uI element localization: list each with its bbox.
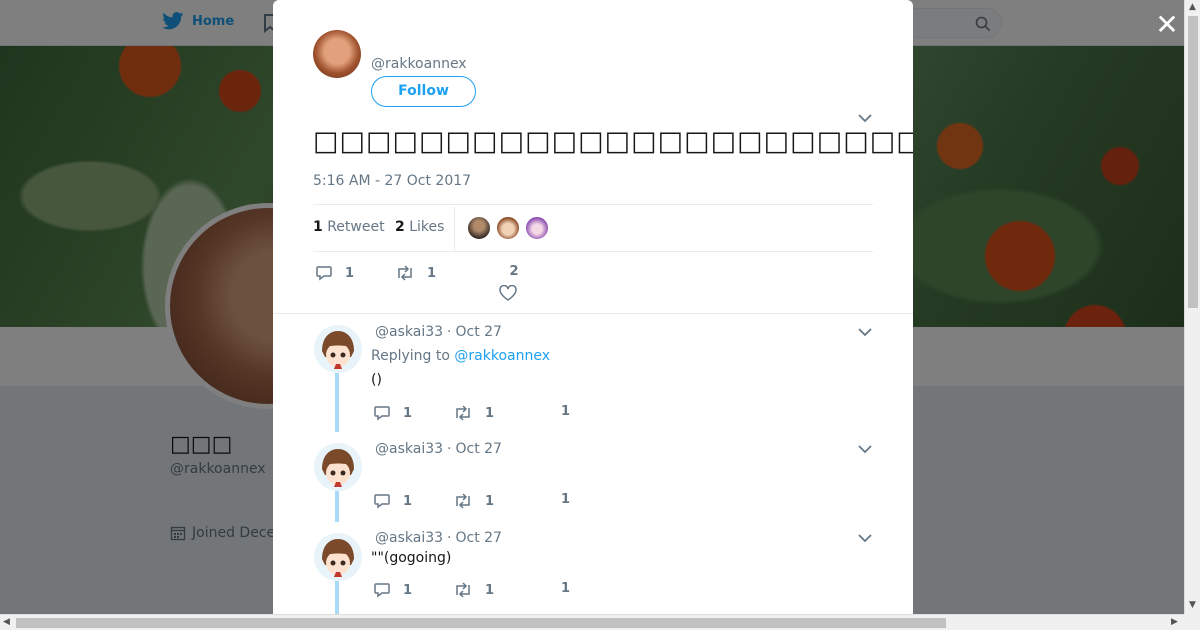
- reply-date[interactable]: Oct 27: [455, 530, 501, 546]
- liker-avatar[interactable]: [525, 216, 549, 240]
- reply-count: 1: [403, 582, 413, 598]
- scroll-right-icon[interactable]: ▶: [1171, 617, 1178, 627]
- close-icon[interactable]: ✕: [1152, 10, 1182, 40]
- reply-action[interactable]: 1: [373, 581, 412, 599]
- reply-count: 1: [403, 405, 413, 421]
- reply-icon: [374, 494, 390, 509]
- liker-avatar[interactable]: [496, 216, 520, 240]
- like-action[interactable]: 2: [499, 264, 529, 301]
- retweet-icon: [456, 493, 470, 509]
- vertical-scroll-thumb[interactable]: [1188, 16, 1198, 308]
- reply-icon: [316, 266, 332, 281]
- stats-divider: [454, 207, 455, 251]
- reply-avatar[interactable]: [314, 443, 362, 491]
- retweet-action[interactable]: 1: [453, 581, 494, 599]
- thread-line: [335, 580, 339, 614]
- replying-to-link[interactable]: @rakkoannex: [454, 348, 550, 364]
- like-count: 2: [509, 264, 519, 279]
- retweets-stat[interactable]: 1 Retweet: [313, 219, 385, 235]
- likes-count: 2: [395, 219, 405, 235]
- retweet-count: 1: [485, 405, 495, 421]
- reply-icon: [374, 406, 390, 421]
- reply-action[interactable]: 1: [315, 264, 354, 282]
- retweet-icon: [456, 582, 470, 598]
- chevron-down-icon[interactable]: [857, 110, 873, 126]
- like-count: 1: [561, 581, 571, 596]
- retweets-count: 1: [313, 219, 323, 235]
- reply-handle[interactable]: @askai33: [375, 441, 443, 457]
- horizontal-scrollbar[interactable]: ◀ ▶: [0, 614, 1184, 630]
- anime-avatar-icon: [314, 533, 362, 581]
- reply-date[interactable]: Oct 27: [455, 441, 501, 457]
- retweet-action[interactable]: 1: [453, 492, 494, 510]
- chevron-down-icon[interactable]: [857, 324, 873, 340]
- heart-icon: [499, 285, 517, 301]
- anime-avatar-icon: [314, 325, 362, 373]
- thread-line: [335, 490, 339, 522]
- reply-action[interactable]: 1: [373, 492, 412, 510]
- like-count: 1: [561, 492, 571, 507]
- chevron-down-icon[interactable]: [857, 530, 873, 546]
- tweet-permalink-modal: @rakkoannex Follow □□□□□□□□□□□□□□□□□□□□□…: [273, 0, 913, 614]
- reply-count: 1: [403, 493, 413, 509]
- reply-avatar[interactable]: [314, 533, 362, 581]
- retweet-count: 1: [427, 265, 437, 281]
- reply-text: (): [371, 372, 382, 388]
- reply-actions: 1 1 1: [373, 404, 673, 424]
- author-handle[interactable]: @rakkoannex: [371, 56, 467, 72]
- likes-label: Likes: [409, 219, 445, 235]
- liker-avatar[interactable]: [467, 216, 491, 240]
- reply-header: @askai33 · Oct 27: [375, 324, 502, 340]
- reply-handle[interactable]: @askai33: [375, 530, 443, 546]
- retweet-icon: [398, 265, 412, 281]
- reply-tweet[interactable]: @askai33 · Oct 27 Replying to @rakkoannex …: [273, 314, 913, 432]
- reply-actions: 1 1 1: [373, 492, 673, 512]
- reply-handle[interactable]: @askai33: [375, 324, 443, 340]
- scrollbar-corner: [1184, 614, 1200, 630]
- retweet-action[interactable]: 1: [395, 264, 436, 282]
- reply-count: 1: [345, 265, 355, 281]
- anime-avatar-icon: [314, 443, 362, 491]
- retweet-icon: [456, 405, 470, 421]
- horizontal-scroll-thumb[interactable]: [16, 618, 946, 628]
- retweet-count: 1: [485, 493, 495, 509]
- retweets-label: Retweet: [327, 219, 385, 235]
- scroll-left-icon[interactable]: ◀: [3, 617, 10, 627]
- reply-tweet[interactable]: @askai33 · Oct 27 ""(gogoing) 1 1 1: [273, 522, 913, 614]
- thread-line: [335, 372, 339, 432]
- reply-avatar[interactable]: [314, 325, 362, 373]
- retweet-count: 1: [485, 582, 495, 598]
- vertical-scrollbar[interactable]: ▲ ▼: [1184, 0, 1200, 614]
- like-action[interactable]: 1: [561, 581, 570, 596]
- reply-header: @askai33 · Oct 27: [375, 441, 502, 457]
- reply-text: ""(gogoing): [371, 550, 452, 566]
- reply-header: @askai33 · Oct 27: [375, 530, 502, 546]
- like-action[interactable]: 1: [561, 404, 570, 419]
- like-count: 1: [561, 404, 571, 419]
- author-avatar[interactable]: [313, 30, 361, 78]
- reply-actions: 1 1 1: [373, 581, 673, 601]
- likes-stat[interactable]: 2 Likes: [395, 219, 444, 235]
- reply-action[interactable]: 1: [373, 404, 412, 422]
- reply-icon: [374, 583, 390, 598]
- follow-button[interactable]: Follow: [371, 76, 476, 107]
- tweet-actions: 1 1 2: [313, 262, 873, 304]
- reply-date[interactable]: Oct 27: [455, 324, 501, 340]
- tweet-text: □□□□□□□□□□□□□□□□□□□□□□□□□□□□□□□: [313, 126, 913, 157]
- replying-to: Replying to @rakkoannex: [371, 348, 550, 364]
- tweet-stats: 1 Retweet 2 Likes: [313, 204, 873, 252]
- scroll-down-icon[interactable]: ▼: [1189, 600, 1196, 610]
- scroll-up-icon[interactable]: ▲: [1189, 2, 1196, 12]
- retweet-action[interactable]: 1: [453, 404, 494, 422]
- like-action[interactable]: 1: [561, 492, 570, 507]
- chevron-down-icon[interactable]: [857, 441, 873, 457]
- replying-prefix: Replying to: [371, 348, 450, 364]
- tweet-timestamp[interactable]: 5:16 AM - 27 Oct 2017: [313, 173, 471, 189]
- reply-tweet[interactable]: @askai33 · Oct 27 1 1 1: [273, 432, 913, 522]
